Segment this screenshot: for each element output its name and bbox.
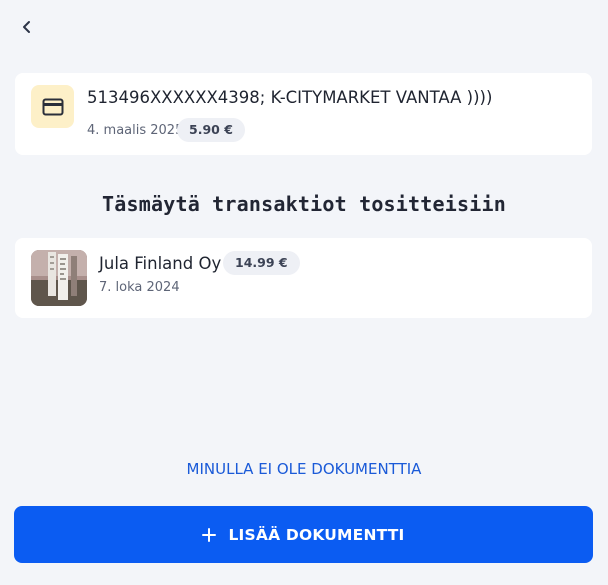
- credit-card-icon: [42, 98, 63, 115]
- document-amount-badge: 14.99 €: [223, 251, 300, 275]
- transaction-title: 513496XXXXXX4398; K-CITYMARKET VANTAA ))…: [87, 88, 493, 107]
- document-vendor: Jula Finland Oy: [99, 254, 222, 273]
- document-date: 7. loka 2024: [99, 280, 180, 295]
- receipt-photo-icon: [31, 250, 87, 306]
- transaction-date: 4. maalis 2025: [87, 123, 184, 138]
- add-document-button[interactable]: LISÄÄ DOKUMENTTI: [14, 506, 593, 563]
- chevron-left-icon: [23, 21, 30, 33]
- transaction-icon-badge: [31, 85, 74, 128]
- no-document-link[interactable]: MINULLA EI OLE DOKUMENTTIA: [0, 460, 608, 478]
- transaction-card: 513496XXXXXX4398; K-CITYMARKET VANTAA ))…: [15, 73, 592, 155]
- add-document-label: LISÄÄ DOKUMENTTI: [228, 525, 405, 544]
- transaction-amount-badge: 5.90 €: [177, 118, 245, 142]
- back-button[interactable]: [14, 14, 40, 40]
- section-title: Täsmäytä transaktiot tositteisiin: [102, 192, 506, 216]
- plus-icon: [202, 527, 217, 542]
- document-card[interactable]: Jula Finland Oy 14.99 € 7. loka 2024: [15, 238, 592, 318]
- document-thumbnail: [31, 250, 87, 306]
